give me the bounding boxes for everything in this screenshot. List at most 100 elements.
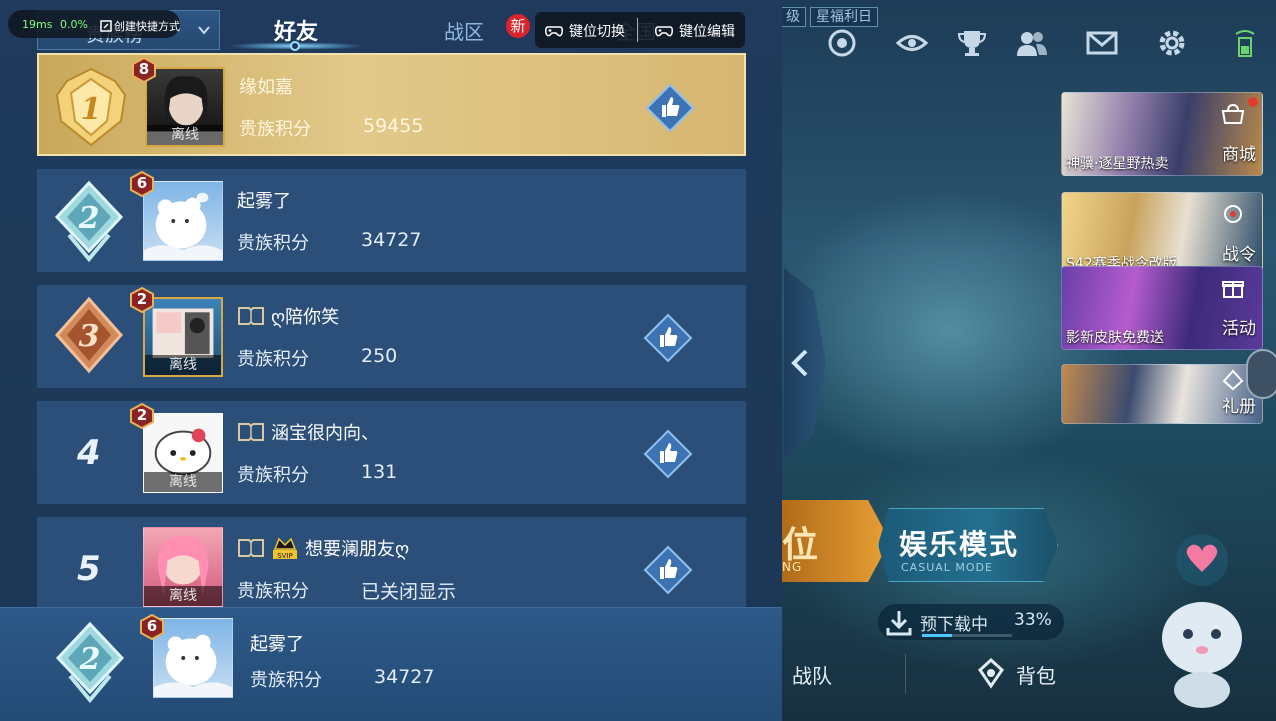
level-number: 8 <box>138 60 150 78</box>
promo-side-label: 礼册 <box>1222 397 1256 417</box>
chevron-left-icon <box>791 349 808 377</box>
settings-gear-icon[interactable] <box>1154 26 1190 60</box>
keymap-toolbar: 键位切换 键位编辑 <box>535 12 745 48</box>
intimacy-book-icon <box>238 539 264 557</box>
avatar[interactable]: 离线 <box>145 67 225 147</box>
player-name[interactable]: 缘如嘉 <box>239 73 293 99</box>
svip-label: SVIP <box>277 552 293 560</box>
shortcut-icon <box>100 20 112 32</box>
player-name[interactable]: 起雾了 <box>237 187 291 213</box>
chevron-down-icon <box>198 26 210 35</box>
nav-bag[interactable]: 背包 <box>1016 660 1056 689</box>
svg-text:2: 2 <box>78 201 100 236</box>
thumbs-up-icon <box>643 313 693 363</box>
toolbar-divider <box>637 18 638 42</box>
promo-side-label: 战令 <box>1222 245 1256 265</box>
like-button[interactable] <box>643 545 693 595</box>
svg-text:1: 1 <box>81 92 102 127</box>
mail-icon[interactable] <box>1084 26 1120 60</box>
keymap-edit-button[interactable]: 键位编辑 <box>655 21 735 41</box>
score-label: 贵族积分 <box>239 119 311 140</box>
trophy-icon[interactable] <box>954 26 990 60</box>
tab-region[interactable]: 战区 <box>444 16 484 45</box>
avatar[interactable]: 离线 <box>143 297 223 377</box>
top-label-level: 级 <box>780 7 806 27</box>
ranking-row[interactable]: 4 离线 2 涵宝很内向、 贵族积分 131 <box>37 401 746 504</box>
promo-card-event[interactable]: 活动 影新皮肤免费送 <box>1061 266 1263 350</box>
avatar[interactable]: 离线 <box>143 413 223 493</box>
download-label: 预下载中 <box>920 615 988 635</box>
like-button[interactable] <box>643 429 693 479</box>
bottom-nav: 战队 背包 <box>780 648 1160 698</box>
target-icon[interactable] <box>824 26 860 60</box>
keymap-edit-label: 键位编辑 <box>679 24 735 40</box>
thumbs-up-icon <box>645 83 695 133</box>
offline-tag: 离线 <box>144 472 222 492</box>
avatar[interactable] <box>143 181 223 261</box>
intimacy-book-icon <box>238 307 264 325</box>
player-name[interactable]: 涵宝很内向、 <box>237 419 379 445</box>
gold-rank-medal-icon: 1 <box>55 67 127 147</box>
score-label: 贵族积分 <box>237 233 309 254</box>
shop-icon <box>1221 103 1245 124</box>
level-number: 2 <box>136 406 148 424</box>
download-percent: 33% <box>1014 610 1052 630</box>
side-handle[interactable] <box>1246 349 1276 399</box>
tab-friends[interactable]: 好友 <box>228 10 364 51</box>
ranking-row[interactable]: 5 离线 SVIP 想要澜朋友ღ 贵族积分 已关闭显示 <box>37 517 746 607</box>
like-button[interactable] <box>643 313 693 363</box>
player-name[interactable]: SVIP 想要澜朋友ღ <box>237 535 409 561</box>
promo-caption: 神骥·逐星野热卖 <box>1066 156 1169 172</box>
handbook-icon <box>1222 369 1244 391</box>
ranked-mode-sub: NG <box>782 560 803 574</box>
create-shortcut-button[interactable]: 创建快捷方式 <box>100 18 180 34</box>
nav-team[interactable]: 战队 <box>792 660 832 689</box>
player-name[interactable]: ღ陪你笑 <box>237 303 339 329</box>
predownload-status[interactable]: 预下载中 33% <box>878 604 1064 640</box>
avatar-image <box>144 192 222 260</box>
casual-mode-button[interactable]: 娱乐模式 CASUAL MODE <box>878 508 1058 582</box>
avatar[interactable]: 离线 <box>143 527 223 607</box>
ranking-row[interactable]: 3 离线 2 ღ陪你笑 贵族积分 250 <box>37 285 746 388</box>
level-badge: 2 <box>129 287 155 313</box>
keymap-switch-button[interactable]: 键位切换 <box>545 21 625 41</box>
offline-tag: 离线 <box>147 125 223 145</box>
friends-icon[interactable] <box>1014 26 1050 60</box>
thumbs-up-icon <box>643 429 693 479</box>
ranked-mode-button[interactable]: 位 NG <box>780 500 890 582</box>
level-badge: 2 <box>129 403 155 429</box>
like-button[interactable] <box>645 83 695 133</box>
promo-side-label: 活动 <box>1222 319 1256 339</box>
score-value: 34727 <box>374 666 435 688</box>
backpack-icon <box>978 657 1004 689</box>
promo-card-pass[interactable]: 战令 S42赛季战令改版 <box>1061 192 1263 276</box>
new-badge: 新 <box>506 14 530 38</box>
mascot-character[interactable] <box>1142 530 1262 710</box>
avatar[interactable] <box>153 618 233 698</box>
tab-active-dot <box>290 41 300 51</box>
eye-icon[interactable] <box>894 26 930 60</box>
ranking-row[interactable]: 2 6 起雾了 贵族积分 34727 <box>37 169 746 272</box>
level-badge: 8 <box>131 57 157 83</box>
silver-rank-medal-icon: 2 <box>54 180 124 263</box>
avatar-image <box>154 634 232 697</box>
level-number: 6 <box>146 617 158 635</box>
promo-card-handbook[interactable]: 礼册 <box>1061 364 1263 424</box>
gamepad-icon <box>545 26 563 37</box>
ranking-row[interactable]: 1 离线 8 缘如嘉 贵族积分 59455 <box>37 53 746 156</box>
rank-number: 4 <box>77 433 101 473</box>
thumbs-up-icon <box>643 545 693 595</box>
cpu-readout: 0.0% <box>60 18 88 31</box>
score-label: 贵族积分 <box>237 581 309 602</box>
promo-card-shop[interactable]: 商城 神骥·逐星野热卖 <box>1061 92 1263 176</box>
player-name[interactable]: 起雾了 <box>250 630 304 656</box>
latency-readout: 19ms <box>22 18 53 31</box>
keymap-switch-label: 键位切换 <box>569 24 625 40</box>
score-value: 已关闭显示 <box>361 581 457 603</box>
top-label-welfare[interactable]: 星福利日 <box>810 7 878 27</box>
my-ranking-row[interactable]: 2 6 起雾了 贵族积分 34727 <box>0 607 782 721</box>
level-badge: 6 <box>129 171 155 197</box>
level-badge: 6 <box>139 614 165 640</box>
battery-wifi-icon <box>1230 26 1260 60</box>
shortcut-label: 创建快捷方式 <box>114 20 180 33</box>
